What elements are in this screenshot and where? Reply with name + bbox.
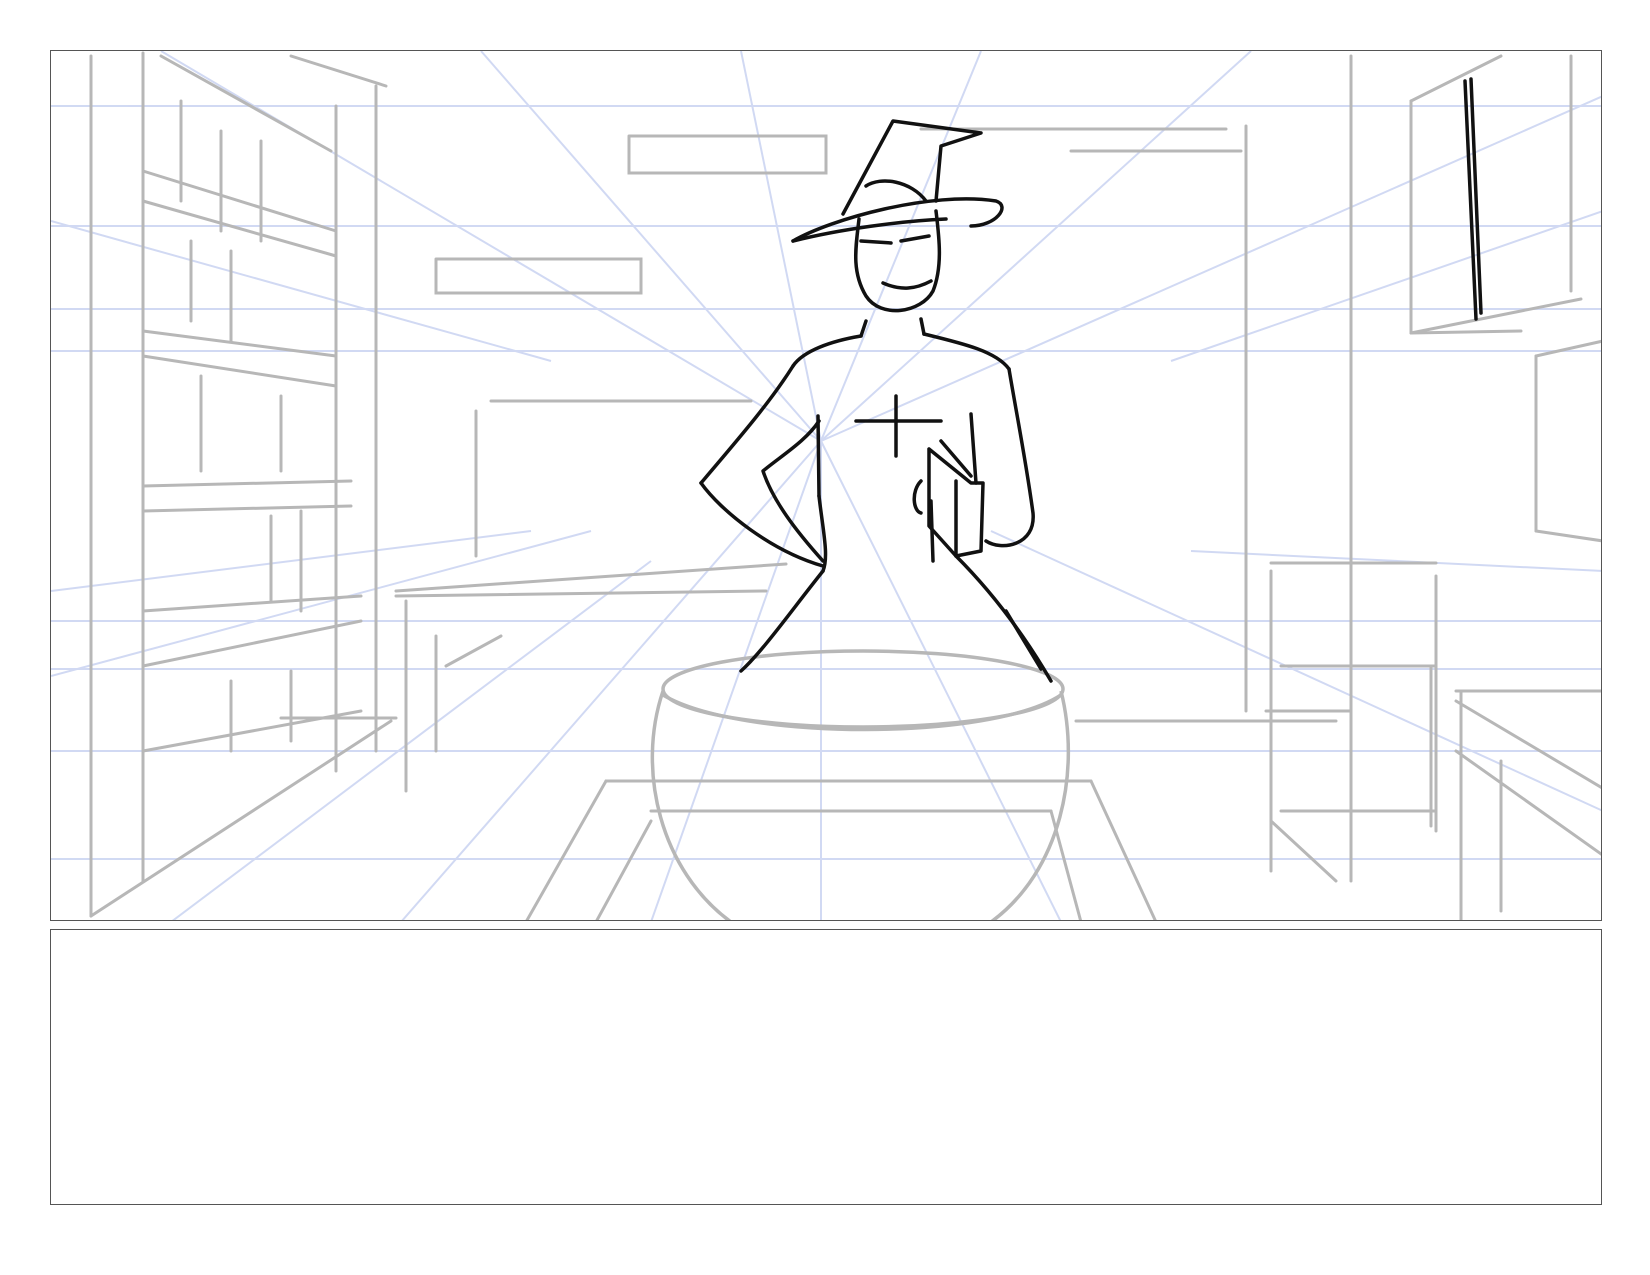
storyboard-frame-panel <box>50 50 1602 921</box>
cauldron-icon <box>650 649 1071 920</box>
witch-figure-sketch <box>699 77 1483 683</box>
room-background-sketch <box>89 51 1601 920</box>
caption-panel <box>50 929 1602 1205</box>
sketch-drawing <box>51 51 1601 920</box>
